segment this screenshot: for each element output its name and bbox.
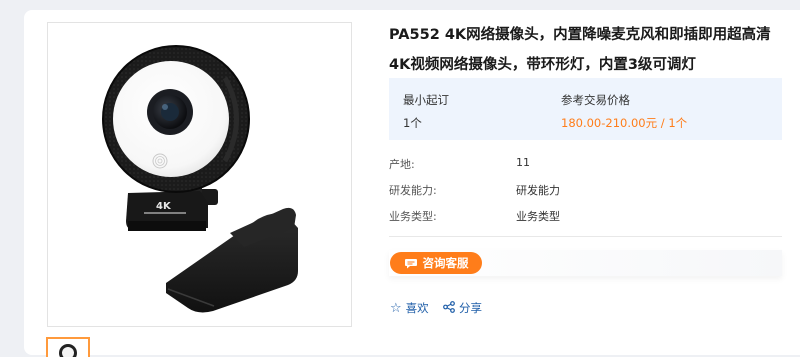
price-value: 180.00-210.00元 / 1个 [561, 116, 688, 130]
share-button[interactable]: 分享 [443, 300, 482, 316]
chat-bubble-icon [404, 258, 418, 269]
moq-value: 1个 [403, 116, 422, 130]
attr-origin-label: 产地: [389, 158, 415, 171]
webcam-model-label: 4K [156, 201, 172, 212]
product-thumbnail[interactable] [46, 337, 90, 357]
attr-business-value: 业务类型 [516, 210, 560, 223]
consult-button-label: 咨询客服 [422, 256, 469, 270]
price-panel: 最小起订 1个 参考交易价格 180.00-210.00元 / 1个 [389, 78, 782, 140]
share-icon [443, 300, 455, 316]
favorite-label: 喜欢 [405, 301, 429, 315]
attr-business-label: 业务类型: [389, 210, 437, 223]
price-label: 参考交易价格 [561, 93, 630, 107]
share-label: 分享 [459, 301, 482, 315]
attr-origin-value: 11 [516, 156, 530, 169]
consult-customer-service-button[interactable]: 咨询客服 [390, 252, 482, 274]
attr-rnd-value: 研发能力 [516, 184, 560, 197]
thumbnail-image [59, 344, 77, 357]
product-main-image[interactable]: 4K [47, 22, 352, 327]
product-title: PA552 4K网络摄像头，内置降噪麦克风和即插即用超高清4K视频网络摄像头，带… [389, 27, 771, 73]
favorite-button[interactable]: ☆ 喜欢 [390, 300, 429, 316]
star-outline-icon: ☆ [390, 300, 402, 316]
webcam-illustration: 4K [102, 45, 298, 313]
moq-label: 最小起订 [403, 93, 449, 107]
attr-rnd-label: 研发能力: [389, 184, 437, 197]
section-divider [389, 236, 782, 237]
